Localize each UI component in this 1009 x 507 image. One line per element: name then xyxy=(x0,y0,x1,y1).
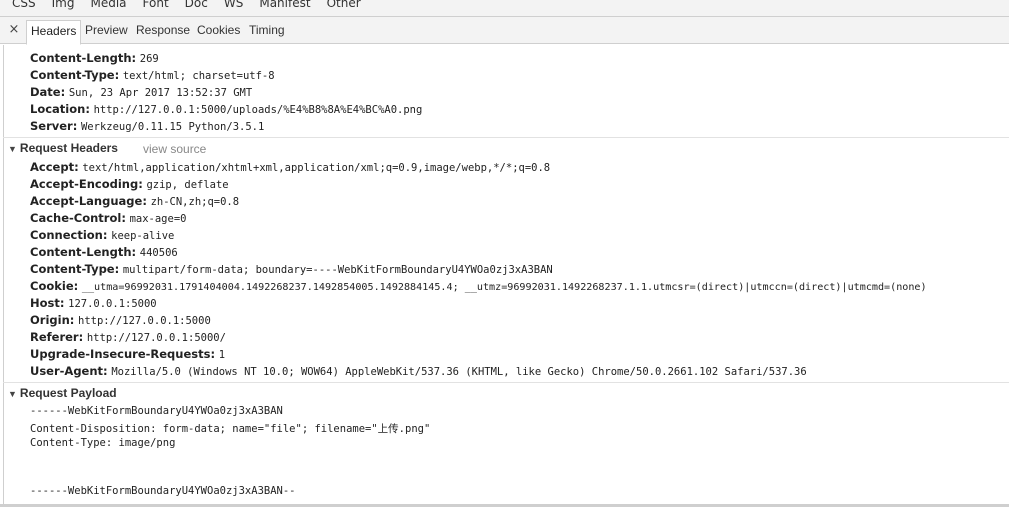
filter-css[interactable]: CSS xyxy=(12,0,36,10)
request-header-row: Origin: http://127.0.0.1:5000 xyxy=(30,313,211,327)
header-name: Content-Length: xyxy=(30,245,137,259)
header-name: Connection: xyxy=(30,228,108,242)
header-value: Sun, 23 Apr 2017 13:52:37 GMT xyxy=(68,87,253,99)
header-value: http://127.0.0.1:5000 xyxy=(78,315,211,327)
header-value: gzip, deflate xyxy=(146,179,229,191)
header-name: Upgrade-Insecure-Requests: xyxy=(30,347,216,361)
tab-headers[interactable]: Headers xyxy=(26,20,82,45)
tab-timing[interactable]: Timing xyxy=(249,22,285,39)
header-name: Accept-Language: xyxy=(30,194,147,208)
filter-ws[interactable]: WS xyxy=(224,0,243,10)
payload-line: Content-Disposition: form-data; name="fi… xyxy=(30,423,431,435)
request-header-row: User-Agent: Mozilla/5.0 (Windows NT 10.0… xyxy=(30,364,807,378)
header-name: Origin: xyxy=(30,313,75,327)
filter-media[interactable]: Media xyxy=(90,0,126,10)
header-value: 1 xyxy=(218,349,226,361)
header-value: keep-alive xyxy=(111,230,175,242)
header-value: text/html,application/xhtml+xml,applicat… xyxy=(82,162,551,174)
request-header-row: Upgrade-Insecure-Requests: 1 xyxy=(30,347,225,361)
header-value: http://127.0.0.1:5000/uploads/%E4%B8%8A%… xyxy=(93,104,423,116)
section-divider xyxy=(3,382,1009,383)
response-header-row: Content-Length: 269 xyxy=(30,51,159,65)
detail-tab-bar: × Headers Preview Response Cookies Timin… xyxy=(0,17,1009,45)
header-name: Server: xyxy=(30,119,78,133)
request-header-row: Connection: keep-alive xyxy=(30,228,174,242)
headers-panel: Content-Length: 269 Content-Type: text/h… xyxy=(0,45,1009,507)
tab-cookies[interactable]: Cookies xyxy=(197,22,240,39)
request-header-row: Content-Type: multipart/form-data; bound… xyxy=(30,262,553,276)
filter-other[interactable]: Other xyxy=(327,0,361,10)
panel-left-border xyxy=(3,45,4,507)
filter-font[interactable]: Font xyxy=(143,0,169,10)
header-value: Mozilla/5.0 (Windows NT 10.0; WOW64) App… xyxy=(111,366,807,378)
header-value: 127.0.0.1:5000 xyxy=(68,298,157,310)
header-value: text/html; charset=utf-8 xyxy=(122,70,275,82)
expanded-triangle-icon: ▼ xyxy=(8,389,17,399)
close-icon[interactable]: × xyxy=(6,22,22,38)
filter-manifest[interactable]: Manifest xyxy=(259,0,310,10)
header-name: Content-Type: xyxy=(30,262,120,276)
request-header-row: Referer: http://127.0.0.1:5000/ xyxy=(30,330,226,344)
request-headers-toggle[interactable]: ▼ Request Headers xyxy=(8,141,118,155)
response-header-row: Date: Sun, 23 Apr 2017 13:52:37 GMT xyxy=(30,85,252,99)
header-value: multipart/form-data; boundary=----WebKit… xyxy=(122,264,553,276)
response-header-row: Server: Werkzeug/0.11.15 Python/3.5.1 xyxy=(30,119,264,133)
request-header-row: Cookie: __utma=96992031.1791404004.14922… xyxy=(30,279,927,293)
header-value: __utma=96992031.1791404004.1492268237.14… xyxy=(81,282,927,293)
response-header-row: Location: http://127.0.0.1:5000/uploads/… xyxy=(30,102,422,116)
response-header-row: Content-Type: text/html; charset=utf-8 xyxy=(30,68,275,82)
header-name: Date: xyxy=(30,85,66,99)
request-header-row: Accept-Language: zh-CN,zh;q=0.8 xyxy=(30,194,239,208)
header-value: http://127.0.0.1:5000/ xyxy=(86,332,226,344)
payload-line: Content-Type: image/png xyxy=(30,437,176,449)
request-header-row: Content-Length: 440506 xyxy=(30,245,178,259)
tab-preview[interactable]: Preview xyxy=(85,22,128,39)
header-name: Host: xyxy=(30,296,65,310)
header-name: Accept-Encoding: xyxy=(30,177,143,191)
header-value: 269 xyxy=(139,53,159,65)
header-value: Werkzeug/0.11.15 Python/3.5.1 xyxy=(80,121,265,133)
section-divider xyxy=(3,137,1009,138)
header-name: User-Agent: xyxy=(30,364,108,378)
header-value: zh-CN,zh;q=0.8 xyxy=(150,196,240,208)
header-name: Cookie: xyxy=(30,279,79,293)
payload-line: ------WebKitFormBoundaryU4YWOa0zj3xA3BAN… xyxy=(30,485,296,497)
request-headers-title: Request Headers xyxy=(19,141,118,155)
header-value: max-age=0 xyxy=(129,213,187,225)
header-value: 440506 xyxy=(139,247,178,259)
request-header-row: Accept-Encoding: gzip, deflate xyxy=(30,177,229,191)
filter-doc[interactable]: Doc xyxy=(185,0,208,10)
request-header-row: Accept: text/html,application/xhtml+xml,… xyxy=(30,160,550,174)
request-header-row: Host: 127.0.0.1:5000 xyxy=(30,296,157,310)
header-name: Referer: xyxy=(30,330,84,344)
request-payload-title: Request Payload xyxy=(19,386,117,400)
tab-response[interactable]: Response xyxy=(136,22,190,39)
header-name: Location: xyxy=(30,102,90,116)
header-name: Cache-Control: xyxy=(30,211,126,225)
view-source-link[interactable]: view source xyxy=(143,142,206,156)
header-name: Content-Length: xyxy=(30,51,137,65)
request-header-row: Cache-Control: max-age=0 xyxy=(30,211,186,225)
expanded-triangle-icon: ▼ xyxy=(8,144,17,154)
filter-img[interactable]: Img xyxy=(52,0,75,10)
payload-line: ------WebKitFormBoundaryU4YWOa0zj3xA3BAN xyxy=(30,405,283,417)
header-name: Accept: xyxy=(30,160,79,174)
header-name: Content-Type: xyxy=(30,68,120,82)
request-payload-toggle[interactable]: ▼ Request Payload xyxy=(8,386,117,400)
filter-bar: CSS Img Media Font Doc WS Manifest Other xyxy=(0,0,1009,17)
